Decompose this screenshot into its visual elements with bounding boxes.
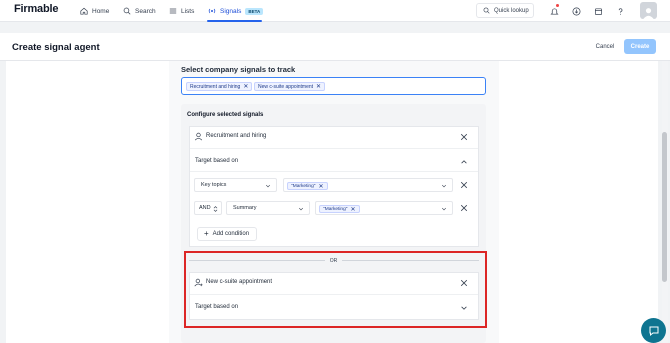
active-tab-indicator bbox=[207, 20, 262, 22]
page-header: Create signal agent Cancel Create bbox=[0, 33, 670, 61]
condition-field-select[interactable]: Key topics bbox=[194, 178, 277, 192]
create-button[interactable]: Create bbox=[624, 39, 656, 54]
chevron-down-icon bbox=[298, 207, 304, 211]
condition-value-text: "Marketing" bbox=[323, 206, 348, 212]
condition-value-select[interactable]: "Marketing" ✕ bbox=[315, 201, 453, 215]
plus-icon: + bbox=[204, 229, 209, 238]
search-icon bbox=[483, 7, 490, 14]
nav-lists[interactable]: Lists bbox=[169, 3, 194, 19]
quick-lookup-label: Quick lookup bbox=[494, 7, 529, 14]
page-title: Create signal agent bbox=[12, 42, 100, 53]
add-condition-label: Add condition bbox=[212, 231, 250, 237]
condition-value-tag: "Marketing" ✕ bbox=[287, 182, 328, 190]
up-down-chevron-icon bbox=[213, 206, 218, 212]
divider bbox=[190, 171, 478, 172]
tag-label: New c-suite appointment bbox=[258, 83, 314, 90]
notification-button[interactable] bbox=[547, 4, 561, 18]
close-icon[interactable] bbox=[460, 279, 468, 287]
configure-signals-title: Configure selected signals bbox=[187, 112, 264, 118]
remove-tag-icon[interactable]: ✕ bbox=[316, 84, 321, 90]
cancel-button[interactable]: Cancel bbox=[590, 40, 620, 54]
help-icon bbox=[618, 7, 622, 15]
download-button[interactable] bbox=[569, 4, 583, 18]
person-plus-icon bbox=[194, 278, 203, 287]
condition-value-select[interactable]: "Marketing" ✕ bbox=[283, 178, 453, 192]
target-based-on-label: Target based on bbox=[195, 304, 239, 310]
calendar-icon bbox=[594, 7, 602, 15]
chat-support-button[interactable] bbox=[641, 318, 666, 343]
remove-tag-icon[interactable]: ✕ bbox=[318, 183, 323, 190]
signals-multiselect-input[interactable]: Recruitment and hiring ✕ New c-suite app… bbox=[181, 77, 486, 95]
quick-lookup-button[interactable]: Quick lookup bbox=[476, 3, 534, 18]
condition-value-text: "Marketing" bbox=[291, 183, 316, 189]
close-icon[interactable] bbox=[460, 133, 468, 141]
notification-dot bbox=[556, 4, 559, 7]
condition-operator-value: AND bbox=[199, 205, 211, 211]
selected-signal-tag: New c-suite appointment ✕ bbox=[254, 82, 326, 91]
remove-tag-icon[interactable]: ✕ bbox=[243, 84, 248, 90]
notification-icon bbox=[549, 7, 559, 15]
beta-badge: BETA bbox=[245, 7, 264, 15]
app-logo[interactable]: Firmable bbox=[14, 3, 58, 15]
chevron-down-icon bbox=[441, 184, 447, 188]
nav-signals[interactable]: Signals BETA bbox=[208, 3, 264, 19]
chat-icon bbox=[649, 326, 658, 336]
chevron-down-icon[interactable] bbox=[460, 304, 468, 312]
tag-label: Recruitment and hiring bbox=[190, 83, 241, 90]
chevron-up-icon[interactable] bbox=[460, 158, 468, 166]
remove-condition-icon[interactable] bbox=[460, 204, 468, 212]
divider bbox=[190, 148, 478, 149]
selected-signal-tag: Recruitment and hiring ✕ bbox=[186, 82, 253, 91]
calendar-button[interactable] bbox=[591, 4, 605, 18]
or-separator: OR bbox=[325, 256, 342, 265]
condition-value-tag: "Marketing" ✕ bbox=[319, 205, 360, 213]
nav-search-label: Search bbox=[135, 7, 156, 15]
remove-tag-icon[interactable]: ✕ bbox=[350, 206, 355, 213]
signal-name: Recruitment and hiring bbox=[206, 133, 267, 139]
signal-name: New c-suite appointment bbox=[206, 279, 273, 285]
add-condition-button[interactable]: + Add condition bbox=[197, 227, 257, 241]
condition-operator-select[interactable]: AND bbox=[194, 201, 222, 215]
condition-field-value: Key topics bbox=[201, 182, 227, 188]
nav-search[interactable]: Search bbox=[123, 3, 156, 19]
avatar[interactable] bbox=[640, 2, 657, 19]
divider bbox=[190, 294, 478, 295]
condition-field-value: Summary bbox=[233, 205, 257, 211]
person-icon bbox=[194, 132, 203, 141]
nav-home[interactable]: Home bbox=[80, 3, 109, 19]
scrollbar-thumb[interactable] bbox=[662, 132, 667, 282]
user-silhouette-icon bbox=[643, 8, 654, 19]
chevron-down-icon bbox=[265, 184, 271, 188]
help-button[interactable] bbox=[613, 4, 627, 18]
signals-section-title: Select company signals to track bbox=[181, 65, 296, 74]
download-icon bbox=[572, 7, 580, 15]
nav-lists-label: Lists bbox=[181, 7, 195, 15]
search-icon bbox=[123, 7, 131, 15]
list-icon bbox=[169, 8, 177, 14]
chevron-down-icon bbox=[441, 207, 447, 211]
home-icon bbox=[80, 7, 88, 15]
target-based-on-label: Target based on bbox=[195, 158, 239, 164]
top-navigation: Firmable Home Search Lists Signals BETA … bbox=[0, 0, 670, 22]
nav-signals-label: Signals bbox=[220, 7, 242, 15]
remove-condition-icon[interactable] bbox=[460, 181, 468, 189]
nav-home-label: Home bbox=[92, 7, 110, 15]
signal-icon bbox=[208, 8, 216, 14]
condition-field-select[interactable]: Summary bbox=[226, 201, 310, 215]
